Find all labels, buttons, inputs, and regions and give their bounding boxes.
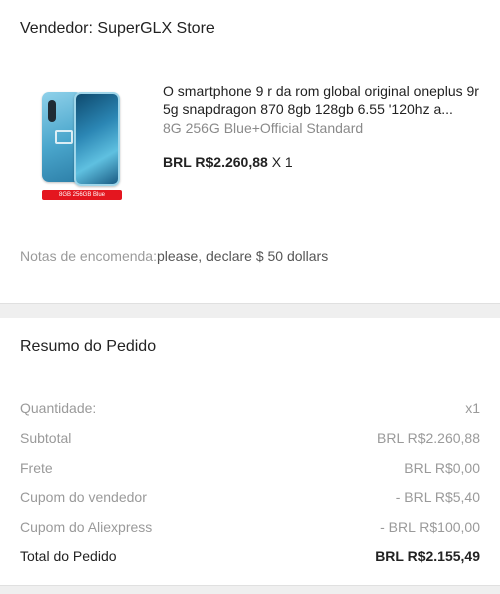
product-price-line: BRL R$2.260,88 X 1 — [163, 154, 293, 170]
summary-value: BRL R$0,00 — [404, 460, 480, 476]
image-badge: 8GB 256GB Blue — [42, 190, 122, 200]
order-notes: Notas de encomenda:please, declare $ 50 … — [20, 248, 328, 264]
summary-row-total: Total do Pedido BRL R$2.155,49 — [20, 548, 480, 568]
summary-label: Cupom do vendedor — [20, 489, 147, 505]
summary-value: BRL R$2.155,49 — [375, 548, 480, 564]
product-variant: 8G 256G Blue+Official Standard — [163, 120, 364, 136]
product-quantity: X 1 — [271, 154, 293, 170]
summary-value: x1 — [465, 400, 480, 416]
phone-front-image — [74, 92, 120, 186]
oneplus-logo-icon — [55, 130, 73, 144]
summary-row-seller-coupon: Cupom do vendedor - BRL R$5,40 — [20, 489, 480, 509]
summary-row-shipping: Frete BRL R$0,00 — [20, 460, 480, 480]
product-image[interactable]: 8GB 256GB Blue — [38, 88, 126, 204]
seller-name[interactable]: Vendedor: SuperGLX Store — [20, 20, 215, 38]
product-item[interactable]: 8GB 256GB Blue O smartphone 9 r da rom g… — [0, 72, 500, 212]
product-title[interactable]: O smartphone 9 r da rom global original … — [163, 82, 481, 118]
order-notes-value: please, declare $ 50 dollars — [156, 248, 329, 264]
summary-label: Frete — [20, 460, 53, 476]
summary-label: Total do Pedido — [20, 548, 117, 564]
section-divider — [0, 303, 500, 318]
summary-title: Resumo do Pedido — [20, 338, 157, 355]
summary-row-subtotal: Subtotal BRL R$2.260,88 — [20, 430, 480, 450]
summary-row-aliexpress-coupon: Cupom do Aliexpress - BRL R$100,00 — [20, 519, 480, 539]
summary-row-quantity: Quantidade: x1 — [20, 400, 480, 420]
summary-value: BRL R$2.260,88 — [377, 430, 480, 446]
summary-label: Cupom do Aliexpress — [20, 519, 153, 535]
product-price: BRL R$2.260,88 — [163, 154, 268, 170]
summary-label: Subtotal — [20, 430, 72, 446]
summary-value: - BRL R$5,40 — [395, 489, 480, 505]
order-notes-label: Notas de encomenda: — [20, 248, 157, 264]
summary-value: - BRL R$100,00 — [380, 519, 480, 535]
camera-module — [48, 100, 56, 122]
summary-label: Quantidade: — [20, 400, 97, 416]
